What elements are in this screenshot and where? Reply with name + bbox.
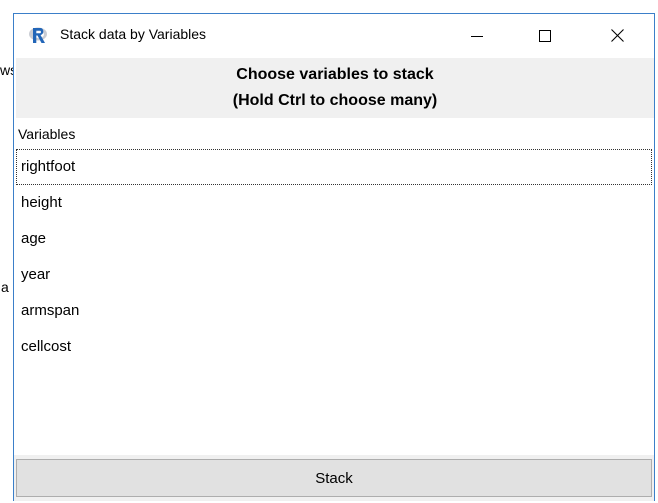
maximize-icon: [539, 29, 551, 42]
instructions-line-1: Choose variables to stack: [236, 66, 434, 83]
minimize-icon: [471, 35, 483, 37]
stack-dialog-window: Stack data by Variables Choose variables…: [13, 13, 655, 501]
window-title: Stack data by Variables: [60, 26, 207, 42]
list-item-year[interactable]: year: [16, 257, 652, 293]
maximize-button[interactable]: [522, 14, 568, 57]
close-button[interactable]: [594, 14, 640, 57]
list-item-armspan[interactable]: armspan: [16, 293, 652, 329]
list-item-cellcost[interactable]: cellcost: [16, 329, 652, 365]
minimize-button[interactable]: [454, 14, 500, 57]
list-item-height[interactable]: height: [16, 185, 652, 221]
r-logo-icon: [28, 25, 48, 45]
list-item-age[interactable]: age: [16, 221, 652, 257]
variables-column-header[interactable]: Variables: [16, 122, 652, 148]
list-item-rightfoot[interactable]: rightfoot: [16, 149, 652, 185]
stack-button[interactable]: Stack: [16, 459, 652, 497]
variables-listbox[interactable]: rightfoot height age year armspan cellco…: [16, 149, 652, 365]
instructions-line-2: (Hold Ctrl to choose many): [232, 92, 438, 109]
title-bar[interactable]: Stack data by Variables: [14, 14, 654, 57]
background-window-text: a: [1, 279, 9, 295]
instructions-header: Choose variables to stack (Hold Ctrl to …: [16, 58, 654, 118]
close-icon: [610, 29, 624, 42]
